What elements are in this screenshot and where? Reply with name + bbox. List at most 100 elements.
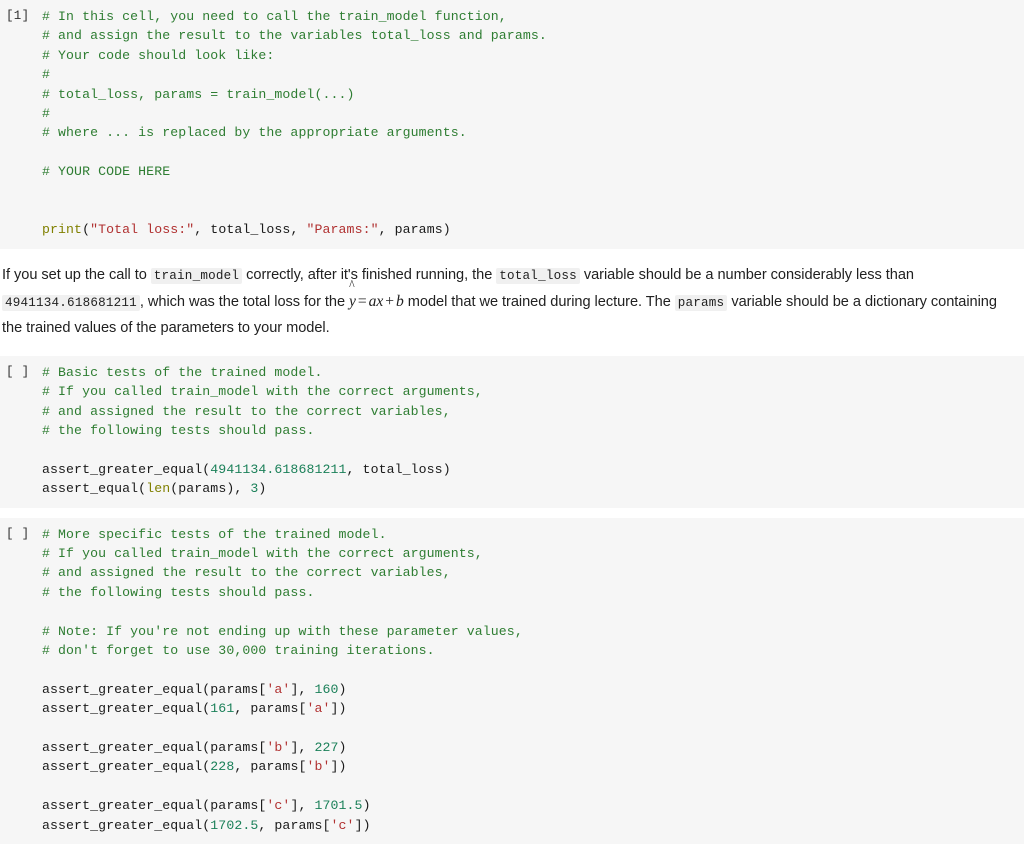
- code-token: # Your code should look like:: [42, 47, 275, 63]
- code-token: # If you called train_model with the cor…: [42, 384, 483, 400]
- code-line: # If you called train_model with the cor…: [42, 382, 1024, 401]
- math-equals: =: [357, 293, 367, 311]
- code-line: # the following tests should pass.: [42, 583, 1024, 602]
- code-line: assert_greater_equal(4941134.618681211, …: [42, 460, 1024, 479]
- code-token: #: [42, 106, 51, 122]
- code-token: ]): [354, 817, 371, 833]
- code-token: (params),: [170, 481, 251, 497]
- code-token: ]): [330, 759, 347, 775]
- code-line: # Your code should look like:: [42, 46, 1024, 65]
- math-plus: +: [385, 293, 395, 311]
- code-token: , params): [378, 222, 451, 238]
- code-token: ): [258, 481, 267, 497]
- code-token: 4941134.618681211: [210, 461, 347, 477]
- code-token: ): [338, 740, 347, 756]
- code-editor-area[interactable]: # More specific tests of the trained mod…: [42, 525, 1024, 836]
- md-text-run: variable should be a number considerably…: [579, 266, 914, 283]
- code-token: 1701.5: [314, 798, 363, 814]
- code-token: 'c': [330, 817, 355, 833]
- code-token: , params[: [258, 817, 331, 833]
- code-token: assert_greater_equal(: [42, 817, 211, 833]
- code-token: # total_loss, params = train_model(...): [42, 86, 355, 102]
- code-token: assert_greater_equal(params[: [42, 740, 267, 756]
- md-text-run: model that we trained during lecture. Th…: [403, 294, 675, 311]
- code-cell[interactable]: [ ] # More specific tests of the trained…: [0, 517, 1024, 845]
- code-line: # If you called train_model with the cor…: [42, 544, 1024, 563]
- code-token: # and assign the result to the variables…: [42, 28, 547, 44]
- cell-execution-prompt: [ ]: [6, 364, 30, 379]
- code-token: 161: [210, 701, 235, 717]
- code-line: assert_greater_equal(228, params['b']): [42, 757, 1024, 776]
- code-token: #: [42, 67, 51, 83]
- code-token: 228: [210, 759, 235, 775]
- code-token: # YOUR CODE HERE: [42, 164, 171, 180]
- math-b: b: [396, 293, 404, 311]
- code-token: , params[: [234, 701, 307, 717]
- code-line: assert_greater_equal(161, params['a']): [42, 699, 1024, 718]
- inline-code-params: params: [674, 295, 728, 312]
- code-token: 'a': [306, 701, 331, 717]
- code-token: # More specific tests of the trained mod…: [42, 526, 387, 542]
- md-text-run: If you set up the call to: [2, 266, 151, 283]
- code-line: # and assign the result to the variables…: [42, 26, 1024, 45]
- code-line: assert_equal(len(params), 3): [42, 479, 1024, 498]
- code-token: 1702.5: [210, 817, 259, 833]
- code-token: # If you called train_model with the cor…: [42, 546, 483, 562]
- code-token: ]): [330, 701, 347, 717]
- md-text-run: correctly, after it's finished running, …: [242, 266, 497, 283]
- code-line: assert_greater_equal(params['b'], 227): [42, 738, 1024, 757]
- code-token: # and assigned the result to the correct…: [42, 403, 451, 419]
- code-token: # where ... is replaced by the appropria…: [42, 125, 467, 141]
- code-line: assert_greater_equal(params['c'], 1701.5…: [42, 796, 1024, 815]
- cell-divider: [0, 507, 1024, 518]
- code-token: assert_greater_equal(params[: [42, 681, 267, 697]
- math-formula: y=ax+b: [349, 293, 404, 310]
- code-line: # More specific tests of the trained mod…: [42, 525, 1024, 544]
- code-token: , params[: [234, 759, 307, 775]
- code-token: ],: [290, 798, 315, 814]
- code-token: # the following tests should pass.: [42, 422, 315, 438]
- code-line: # and assigned the result to the correct…: [42, 402, 1024, 421]
- math-yhat: y: [349, 289, 356, 314]
- code-line: #: [42, 104, 1024, 123]
- code-line: assert_greater_equal(1702.5, params['c']…: [42, 816, 1024, 835]
- code-token: assert_greater_equal(params[: [42, 798, 267, 814]
- code-token: # and assigned the result to the correct…: [42, 565, 451, 581]
- cell-execution-prompt: [ ]: [6, 526, 30, 541]
- code-token: (: [82, 222, 91, 238]
- code-token: # the following tests should pass.: [42, 584, 315, 600]
- code-editor-area[interactable]: # In this cell, you need to call the tra…: [42, 7, 1024, 240]
- markdown-cell[interactable]: If you set up the call to train_model co…: [0, 248, 1024, 356]
- code-line: # Basic tests of the trained model.: [42, 363, 1024, 382]
- inline-code-loss-value: 4941134.618681211: [2, 295, 140, 312]
- code-line: # don't forget to use 30,000 training it…: [42, 641, 1024, 660]
- code-line: # the following tests should pass.: [42, 421, 1024, 440]
- code-token: "Params:": [306, 222, 379, 238]
- code-token: assert_greater_equal(: [42, 461, 211, 477]
- code-token: "Total loss:": [90, 222, 195, 238]
- notebook-container: [1] # In this cell, you need to call the…: [0, 0, 1024, 845]
- code-line: # total_loss, params = train_model(...): [42, 85, 1024, 104]
- code-cell[interactable]: [ ] # Basic tests of the trained model. #…: [0, 355, 1024, 508]
- code-token: 160: [314, 681, 339, 697]
- code-line: # and assigned the result to the correct…: [42, 563, 1024, 582]
- inline-code-total-loss: total_loss: [496, 267, 580, 284]
- code-editor-area[interactable]: # Basic tests of the trained model. # If …: [42, 363, 1024, 499]
- code-token: assert_equal(: [42, 481, 147, 497]
- markdown-paragraph: If you set up the call to train_model co…: [2, 263, 1020, 342]
- code-token: # Basic tests of the trained model.: [42, 364, 323, 380]
- code-line: # YOUR CODE HERE: [42, 162, 1024, 181]
- code-token: ],: [290, 740, 315, 756]
- code-cell[interactable]: [1] # In this cell, you need to call the…: [0, 0, 1024, 249]
- code-token: len: [146, 481, 171, 497]
- inline-code-train-model: train_model: [150, 267, 243, 284]
- code-token: ): [338, 681, 347, 697]
